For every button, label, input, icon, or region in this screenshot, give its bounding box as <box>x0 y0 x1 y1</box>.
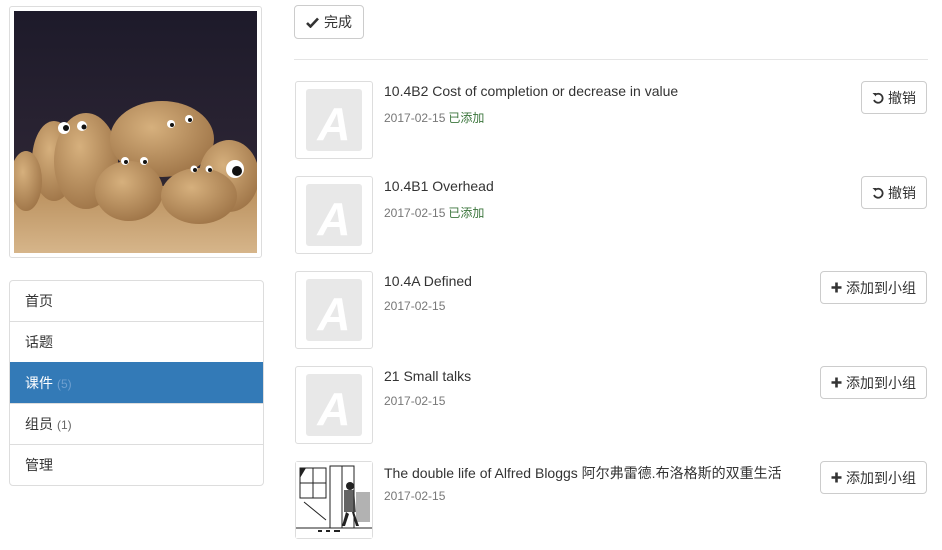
letter-a-icon[interactable]: A <box>295 81 373 159</box>
add-label: 添加到小组 <box>846 374 916 391</box>
svg-text:A: A <box>316 383 350 435</box>
item-date: 2017-02-15 <box>384 111 446 125</box>
nav-item-manage[interactable]: 管理 <box>10 444 263 485</box>
nav-item-topics[interactable]: 话题 <box>10 321 263 362</box>
nav-count: (1) <box>57 418 72 432</box>
add-to-group-button[interactable]: 添加到小组 <box>820 271 927 304</box>
nav-count: (5) <box>57 377 72 391</box>
undo-label: 撤销 <box>888 89 916 106</box>
potatoes-image <box>14 11 257 253</box>
list-item: A 10.4B2 Cost of completion or decrease … <box>294 81 928 161</box>
group-cover-photo <box>9 6 262 258</box>
letter-a-icon[interactable]: A <box>295 271 373 349</box>
nav-label: 首页 <box>25 293 53 309</box>
list-item: A 10.4B1 Overhead 2017-02-15 已添加 撤销 <box>294 176 928 256</box>
comic-illustration-thumbnail[interactable] <box>295 461 373 539</box>
list-item: A 10.4A Defined 2017-02-15 添加到小组 <box>294 271 928 351</box>
item-title[interactable]: The double life of Alfred Bloggs 阿尔弗雷德.布… <box>384 463 782 483</box>
item-status: 已添加 <box>448 111 485 125</box>
nav-item-members[interactable]: 组员 (1) <box>10 403 263 444</box>
list-item: The double life of Alfred Bloggs 阿尔弗雷德.布… <box>294 461 928 541</box>
item-meta: 2017-02-15 已添加 <box>384 109 484 126</box>
nav-label: 组员 <box>25 416 53 432</box>
item-date: 2017-02-15 <box>384 206 446 220</box>
undo-label: 撤销 <box>888 184 916 201</box>
item-meta: 2017-02-15 <box>384 299 445 313</box>
group-nav: 首页 话题 课件 (5) 组员 (1) 管理 <box>9 280 264 486</box>
add-to-group-button[interactable]: 添加到小组 <box>820 461 927 494</box>
comic-illustration <box>296 462 372 538</box>
svg-text:A: A <box>316 193 350 245</box>
letter-a-icon[interactable]: A <box>295 176 373 254</box>
svg-text:A: A <box>316 288 350 340</box>
nav-label: 话题 <box>25 334 53 350</box>
nav-item-courseware[interactable]: 课件 (5) <box>10 362 263 403</box>
item-title[interactable]: 10.4B2 Cost of completion or decrease in… <box>384 83 678 99</box>
done-label: 完成 <box>324 14 352 30</box>
plus-icon <box>831 472 842 483</box>
item-date: 2017-02-15 <box>384 299 446 313</box>
letter-a-icon[interactable]: A <box>295 366 373 444</box>
item-status: 已添加 <box>448 206 485 220</box>
item-date: 2017-02-15 <box>384 489 446 503</box>
item-meta: 2017-02-15 <box>384 394 445 408</box>
undo-icon <box>872 187 884 199</box>
undo-button[interactable]: 撤销 <box>861 176 927 209</box>
list-item: A 21 Small talks 2017-02-15 添加到小组 <box>294 366 928 446</box>
checkmark-icon <box>306 17 319 28</box>
done-button[interactable]: 完成 <box>294 5 364 39</box>
item-meta: 2017-02-15 已添加 <box>384 204 484 221</box>
plus-icon <box>831 377 842 388</box>
item-meta: 2017-02-15 <box>384 489 445 503</box>
item-title[interactable]: 10.4B1 Overhead <box>384 178 494 194</box>
add-label: 添加到小组 <box>846 469 916 486</box>
add-to-group-button[interactable]: 添加到小组 <box>820 366 927 399</box>
nav-label: 课件 <box>25 375 53 391</box>
add-label: 添加到小组 <box>846 279 916 296</box>
nav-item-home[interactable]: 首页 <box>10 281 263 321</box>
svg-text:A: A <box>316 98 350 150</box>
item-title[interactable]: 10.4A Defined <box>384 273 472 289</box>
divider <box>294 59 928 60</box>
item-date: 2017-02-15 <box>384 394 446 408</box>
item-title[interactable]: 21 Small talks <box>384 368 471 384</box>
plus-icon <box>831 282 842 293</box>
undo-icon <box>872 92 884 104</box>
nav-label: 管理 <box>25 457 53 473</box>
undo-button[interactable]: 撤销 <box>861 81 927 114</box>
